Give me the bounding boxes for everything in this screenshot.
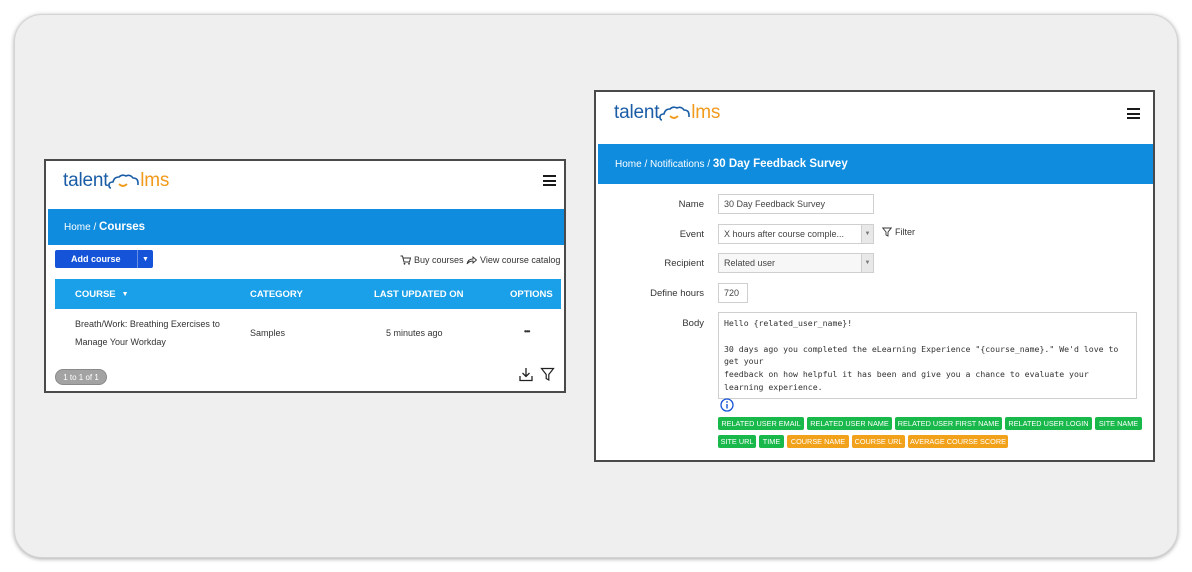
breadcrumb-notifications[interactable]: Notifications /: [650, 159, 710, 170]
event-select[interactable]: X hours after course comple... ▼: [718, 224, 874, 244]
courses-table-header: COURSE ▼ CATEGORY LAST UPDATED ON OPTIONS: [55, 279, 561, 309]
chevron-down-icon[interactable]: ▼: [861, 254, 873, 272]
download-icon[interactable]: [518, 367, 534, 382]
breadcrumb-bar: Home / Courses: [48, 209, 564, 245]
menu-icon[interactable]: [1127, 108, 1140, 119]
body-textarea[interactable]: Hello {related_user_name}! 30 days ago y…: [718, 312, 1137, 399]
breadcrumb: Home / Notifications / 30 Day Feedback S…: [615, 158, 848, 170]
breadcrumb-home[interactable]: Home /: [615, 159, 647, 170]
cart-icon: [400, 255, 411, 265]
tag-site-name[interactable]: SITE NAME: [1095, 417, 1142, 430]
sort-caret-icon: ▼: [121, 290, 129, 298]
breadcrumb-current: Courses: [99, 221, 146, 233]
define-hours-field[interactable]: 720: [718, 283, 748, 303]
course-name-line2[interactable]: Manage Your Workday: [75, 337, 166, 347]
options-menu-icon[interactable]: •••: [524, 327, 530, 336]
tag-course-name[interactable]: COURSE NAME: [787, 435, 849, 448]
column-last-updated[interactable]: LAST UPDATED ON: [374, 279, 464, 309]
name-label: Name: [678, 199, 704, 210]
tag-related-user-name[interactable]: RELATED USER NAME: [807, 417, 892, 430]
tag-course-url[interactable]: COURSE URL: [852, 435, 905, 448]
tag-related-user-email[interactable]: RELATED USER EMAIL: [718, 417, 804, 430]
define-hours-label: Define hours: [650, 288, 704, 299]
breadcrumb: Home / Courses: [64, 221, 145, 233]
event-select-value: X hours after course comple...: [724, 229, 845, 239]
filter-link[interactable]: Filter: [882, 227, 915, 237]
buy-courses-label: Buy courses: [414, 255, 464, 265]
column-category[interactable]: CATEGORY: [250, 279, 303, 309]
course-category: Samples: [250, 328, 286, 338]
tag-time[interactable]: TIME: [759, 435, 784, 448]
course-updated: 5 minutes ago: [386, 328, 443, 338]
tag-related-user-login[interactable]: RELATED USER LOGIN: [1005, 417, 1092, 430]
courses-panel: talent lms Home / Courses Add course ▼ B…: [44, 159, 566, 393]
filter-icon[interactable]: [540, 367, 555, 382]
recipient-select[interactable]: Related user ▼: [718, 253, 874, 273]
breadcrumb-home[interactable]: Home /: [64, 222, 96, 233]
recipient-select-value: Related user: [724, 258, 776, 268]
filter-label: Filter: [895, 227, 915, 237]
pagination-badge: 1 to 1 of 1: [55, 369, 107, 385]
view-catalog-link[interactable]: View course catalog: [466, 255, 560, 265]
event-label: Event: [679, 229, 704, 240]
tag-related-user-first-name[interactable]: RELATED USER FIRST NAME: [895, 417, 1002, 430]
cloud-logo-icon: [108, 174, 140, 189]
add-course-button[interactable]: Add course ▼: [55, 250, 153, 268]
talentlms-logo: talent lms: [63, 170, 170, 191]
tag-average-course-score[interactable]: AVERAGE COURSE SCORE: [908, 435, 1008, 448]
column-course-label: COURSE: [75, 288, 116, 300]
filter-icon: [882, 227, 892, 237]
menu-icon[interactable]: [543, 175, 556, 186]
table-row[interactable]: Breath/Work: Breathing Exercises to Mana…: [55, 309, 561, 357]
column-course[interactable]: COURSE ▼: [75, 279, 129, 309]
column-options: OPTIONS: [510, 288, 553, 300]
info-icon[interactable]: [720, 398, 734, 412]
chevron-down-icon[interactable]: ▼: [861, 225, 873, 243]
name-field[interactable]: 30 Day Feedback Survey: [718, 194, 874, 214]
course-name-line1[interactable]: Breath/Work: Breathing Exercises to: [75, 319, 220, 329]
talentlms-logo: talent lms: [614, 102, 721, 123]
buy-courses-link[interactable]: Buy courses: [400, 255, 464, 265]
breadcrumb-bar: Home / Notifications / 30 Day Feedback S…: [598, 144, 1153, 184]
share-icon: [466, 256, 477, 265]
tag-site-url[interactable]: SITE URL: [718, 435, 756, 448]
chevron-down-icon[interactable]: ▼: [137, 250, 153, 268]
body-label: Body: [682, 318, 704, 329]
add-course-label: Add course: [71, 254, 121, 264]
view-catalog-label: View course catalog: [480, 255, 561, 265]
breadcrumb-current: 30 Day Feedback Survey: [712, 158, 848, 170]
notification-panel: talent lms Home / Notifications / 30 Day…: [594, 90, 1155, 462]
recipient-label: Recipient: [664, 258, 704, 269]
cloud-logo-icon: [659, 106, 691, 121]
